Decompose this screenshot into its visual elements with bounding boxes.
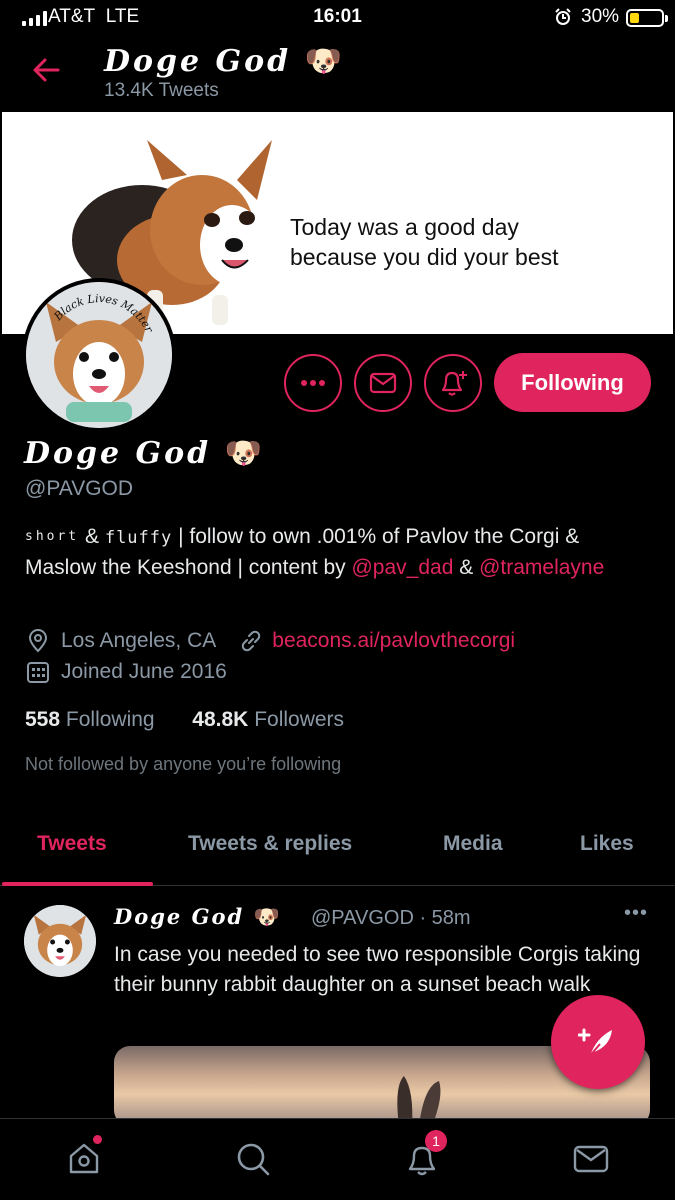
bell-plus-icon [441, 371, 467, 396]
envelope-icon [369, 372, 397, 394]
mention-link[interactable]: @tramelayne [479, 556, 604, 579]
alarm-icon [554, 8, 572, 31]
joined-text: Joined June 2016 [61, 660, 227, 683]
profile-name: Doge God 🐶 [24, 436, 265, 471]
header-tweet-count: 13.4K Tweets [104, 80, 219, 101]
tweet-avatar[interactable] [24, 905, 96, 977]
more-options-button[interactable] [284, 354, 342, 412]
home-unread-dot [93, 1135, 102, 1144]
website-link[interactable]: beacons.ai/pavlovthecorgi [272, 629, 515, 653]
search-icon[interactable] [233, 1139, 273, 1179]
clock: 16:01 [313, 6, 362, 27]
battery-percent: 30% [581, 6, 620, 27]
home-icon[interactable] [64, 1139, 104, 1179]
more-icon [301, 380, 325, 386]
feather-plus-icon [578, 1028, 612, 1059]
bottom-navigation [0, 1118, 675, 1200]
messages-icon[interactable] [571, 1139, 611, 1179]
message-button[interactable] [354, 354, 412, 412]
profile-bio: short & fluffy | follow to own .001% of … [25, 525, 605, 579]
corgi-avatar-image: Black Lives Matter [26, 282, 172, 428]
notifications-toggle-button[interactable] [424, 354, 482, 412]
bio-fluffy-text: fluffy [104, 528, 173, 548]
back-arrow-icon[interactable] [28, 52, 64, 88]
compose-tweet-button[interactable] [551, 995, 645, 1089]
tab-likes[interactable]: Likes [580, 832, 634, 856]
tweet-text: In case you needed to see two responsibl… [114, 943, 641, 996]
tweet-handle-time: @PAVGOD · 58m [311, 907, 471, 929]
tweet-more-icon[interactable]: ••• [624, 902, 648, 925]
dog-emoji-icon: 🐶 [253, 904, 282, 929]
header-name: Doge God 🐶 [104, 44, 345, 79]
follow-counts: 558 Following 48.8K Followers [25, 708, 344, 732]
dog-emoji-icon: 🐶 [224, 436, 265, 471]
tab-media[interactable]: Media [443, 832, 503, 856]
bio-short-text: short [25, 529, 80, 544]
battery-icon [626, 9, 668, 27]
mention-link[interactable]: @pav_dad [351, 556, 453, 579]
tab-tweets-replies[interactable]: Tweets & replies [188, 832, 352, 856]
profile-meta-joined-row: Joined June 2016 [25, 659, 227, 685]
dog-emoji-icon: 🐶 [304, 44, 345, 79]
tab-tweets[interactable]: Tweets [37, 832, 107, 856]
profile-tabs: Tweets Tweets & replies Media Likes [0, 810, 675, 886]
active-tab-indicator [2, 882, 153, 886]
tweet-author-name[interactable]: Doge God 🐶 [114, 904, 282, 930]
profile-header: Doge God 🐶 13.4K Tweets [0, 36, 675, 110]
following-count-link[interactable]: 558 Following [25, 708, 155, 731]
corgi-avatar-image [24, 905, 96, 977]
profile-handle: @PAVGOD [25, 477, 134, 500]
not-followed-note: Not followed by anyone you’re following [25, 754, 342, 774]
status-bar: AT&T LTE 16:01 30% [0, 0, 675, 36]
notification-badge: 1 [425, 1130, 447, 1152]
link-icon [242, 630, 261, 652]
following-button[interactable]: Following [494, 353, 651, 412]
location-pin-icon [28, 629, 48, 653]
followers-count-link[interactable]: 48.8K Followers [192, 708, 344, 731]
banner-caption: Today was a good day because you did you… [290, 214, 559, 270]
profile-meta-location-row: Los Angeles, CA beacons.ai/pavlovthecorg… [25, 628, 515, 654]
profile-avatar[interactable]: Black Lives Matter [22, 278, 176, 432]
location-text: Los Angeles, CA [61, 629, 217, 652]
calendar-icon [27, 662, 49, 683]
